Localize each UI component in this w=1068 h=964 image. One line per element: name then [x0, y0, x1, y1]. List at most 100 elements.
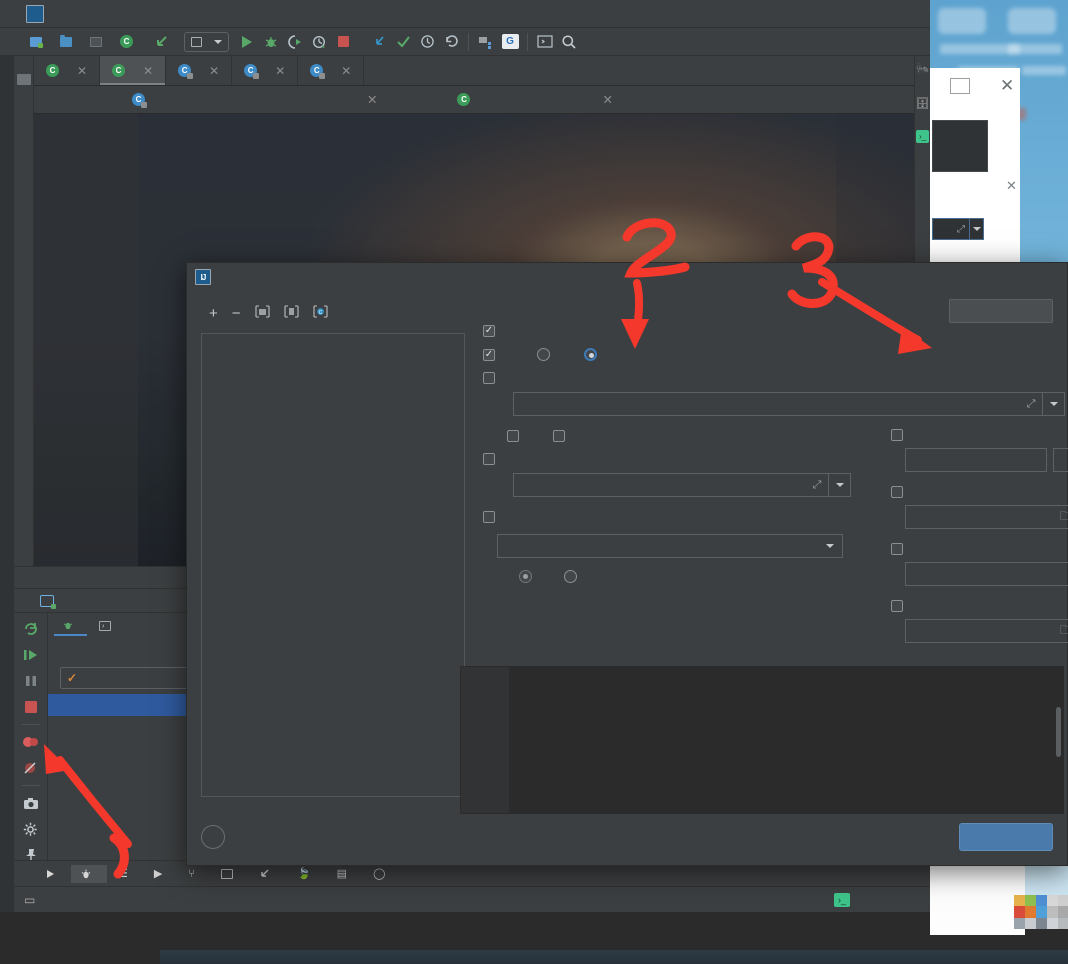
preview-scrollbar[interactable]: [1056, 707, 1061, 757]
stack-trace-checkbox[interactable]: [553, 430, 565, 442]
mute-breakpoints-icon[interactable]: [18, 756, 44, 780]
close-icon[interactable]: ✕: [275, 64, 285, 78]
tab-integer[interactable]: C ✕: [166, 56, 233, 85]
caller-filters-checkbox[interactable]: [891, 600, 903, 612]
pass-count-checkbox[interactable]: [891, 543, 903, 555]
disable-until-combo[interactable]: [497, 534, 843, 558]
rerun-icon[interactable]: [18, 617, 44, 641]
bottom-tab-build[interactable]: [250, 865, 286, 883]
suspend-all-radio[interactable]: [537, 348, 550, 361]
close-icon[interactable]: ✕: [367, 92, 377, 107]
evaluate-row[interactable]: [483, 453, 883, 465]
suspend-checkbox[interactable]: [483, 348, 495, 361]
expand-icon[interactable]: ⤢: [806, 474, 828, 496]
history-icon[interactable]: [416, 31, 438, 53]
remove-once-hit-checkbox[interactable]: [483, 511, 495, 523]
tab-a-debug-test[interactable]: C ✕: [100, 56, 167, 85]
close-icon[interactable]: ✕: [341, 64, 351, 78]
rollback-icon[interactable]: [440, 31, 462, 53]
class-filters-checkbox[interactable]: [891, 486, 903, 498]
bottom-tab-services[interactable]: ▶: [145, 864, 177, 883]
evaluate-checkbox[interactable]: [483, 453, 495, 465]
instance-filters-browse-button[interactable]: [1053, 448, 1068, 472]
class-filters-row[interactable]: [891, 486, 1068, 498]
group-by-file-icon[interactable]: [254, 304, 270, 322]
bottom-tab-terminal[interactable]: [212, 866, 248, 882]
group-by-class-icon[interactable]: C: [312, 304, 328, 322]
project-structure-icon[interactable]: [475, 31, 497, 53]
add-breakpoint-icon[interactable]: +: [209, 305, 218, 322]
profile-icon[interactable]: [308, 31, 330, 53]
close-icon[interactable]: ✕: [209, 64, 219, 78]
bottom-tab-todo[interactable]: ☰: [109, 864, 143, 883]
bottom-tab-event-log[interactable]: ◯: [364, 864, 400, 883]
tab-object[interactable]: C ✕: [120, 86, 389, 113]
tab-debugger[interactable]: [54, 616, 87, 636]
expand-icon[interactable]: ⤢: [957, 224, 969, 235]
breakpoint-code-preview[interactable]: [460, 666, 1064, 814]
condition-row[interactable]: [483, 372, 883, 384]
terminal-icon[interactable]: [534, 31, 556, 53]
tab-console[interactable]: ›: [91, 618, 124, 634]
search-everywhere-icon[interactable]: [558, 31, 580, 53]
breadcrumb-package[interactable]: [88, 36, 118, 47]
dropdown-icon[interactable]: [969, 219, 983, 239]
screenshot-icon[interactable]: [18, 791, 44, 815]
evaluate-field[interactable]: ⤢: [513, 473, 851, 497]
frame-row[interactable]: [48, 716, 208, 738]
caller-filters-field[interactable]: 🗀: [905, 619, 1068, 643]
minimize-button[interactable]: [792, 0, 838, 28]
instance-filters-field[interactable]: [905, 448, 1047, 472]
tab-leetcode-347[interactable]: C ✕: [445, 86, 624, 113]
sidebar-item-project[interactable]: [14, 56, 34, 68]
stop-icon[interactable]: [18, 695, 44, 719]
chevron-down-icon[interactable]: [828, 474, 850, 496]
log-message-checkbox[interactable]: [507, 430, 519, 442]
breadcrumb-class[interactable]: C: [118, 35, 139, 48]
tab-hashmap[interactable]: C ✕: [298, 56, 365, 85]
tab-test0905[interactable]: C ✕: [34, 56, 101, 85]
bottom-tab-version-control[interactable]: ⑂: [179, 865, 210, 883]
instance-filters-row[interactable]: [891, 429, 1068, 441]
settings-icon[interactable]: [18, 817, 44, 841]
after-hit-leave-radio[interactable]: [564, 570, 577, 583]
make-default-button[interactable]: [949, 299, 1053, 323]
resume-icon[interactable]: [18, 643, 44, 667]
remove-breakpoint-icon[interactable]: −: [232, 305, 241, 322]
group-by-type-icon[interactable]: [283, 304, 299, 322]
chevron-down-icon[interactable]: [1042, 393, 1064, 415]
enabled-row[interactable]: [483, 325, 883, 337]
pass-count-row[interactable]: [891, 543, 1068, 555]
tab-number[interactable]: C ✕: [232, 56, 299, 85]
editor-gutter[interactable]: [34, 114, 138, 566]
pause-icon[interactable]: [18, 669, 44, 693]
close-icon[interactable]: ✕: [77, 64, 87, 78]
breakpoints-tree[interactable]: [201, 333, 465, 797]
float-expression-field[interactable]: ⤢: [932, 218, 984, 240]
translate-icon[interactable]: G: [499, 31, 521, 53]
remove-once-hit-row[interactable]: [483, 511, 883, 523]
run-icon[interactable]: [236, 31, 258, 53]
caller-filters-row[interactable]: [891, 600, 1068, 612]
condition-checkbox[interactable]: [483, 372, 495, 384]
commit-icon[interactable]: [392, 31, 414, 53]
close-button[interactable]: [884, 0, 930, 28]
view-breakpoints-icon[interactable]: [18, 730, 44, 754]
bottom-tab-spring[interactable]: 🍃: [288, 864, 326, 883]
maximize-button[interactable]: [838, 0, 884, 28]
enabled-checkbox[interactable]: [483, 325, 495, 337]
folder-icon[interactable]: 🗀: [1060, 621, 1068, 642]
float-close-icon[interactable]: ✕: [1000, 76, 1014, 96]
terminal-status-icon[interactable]: ›_: [834, 892, 850, 907]
run-with-coverage-icon[interactable]: [284, 31, 306, 53]
float-maximize-icon[interactable]: [950, 78, 970, 94]
breadcrumb-module[interactable]: [28, 36, 58, 48]
folder-icon[interactable]: 🗀: [1060, 507, 1068, 528]
close-icon[interactable]: ✕: [602, 92, 612, 107]
back-arrow-icon[interactable]: [151, 31, 173, 53]
frame-row[interactable]: [48, 694, 208, 716]
help-button[interactable]: [201, 825, 225, 849]
expand-icon[interactable]: ⤢: [1020, 393, 1042, 415]
close-icon[interactable]: ✕: [143, 64, 153, 78]
suspend-thread-radio[interactable]: [584, 348, 597, 361]
